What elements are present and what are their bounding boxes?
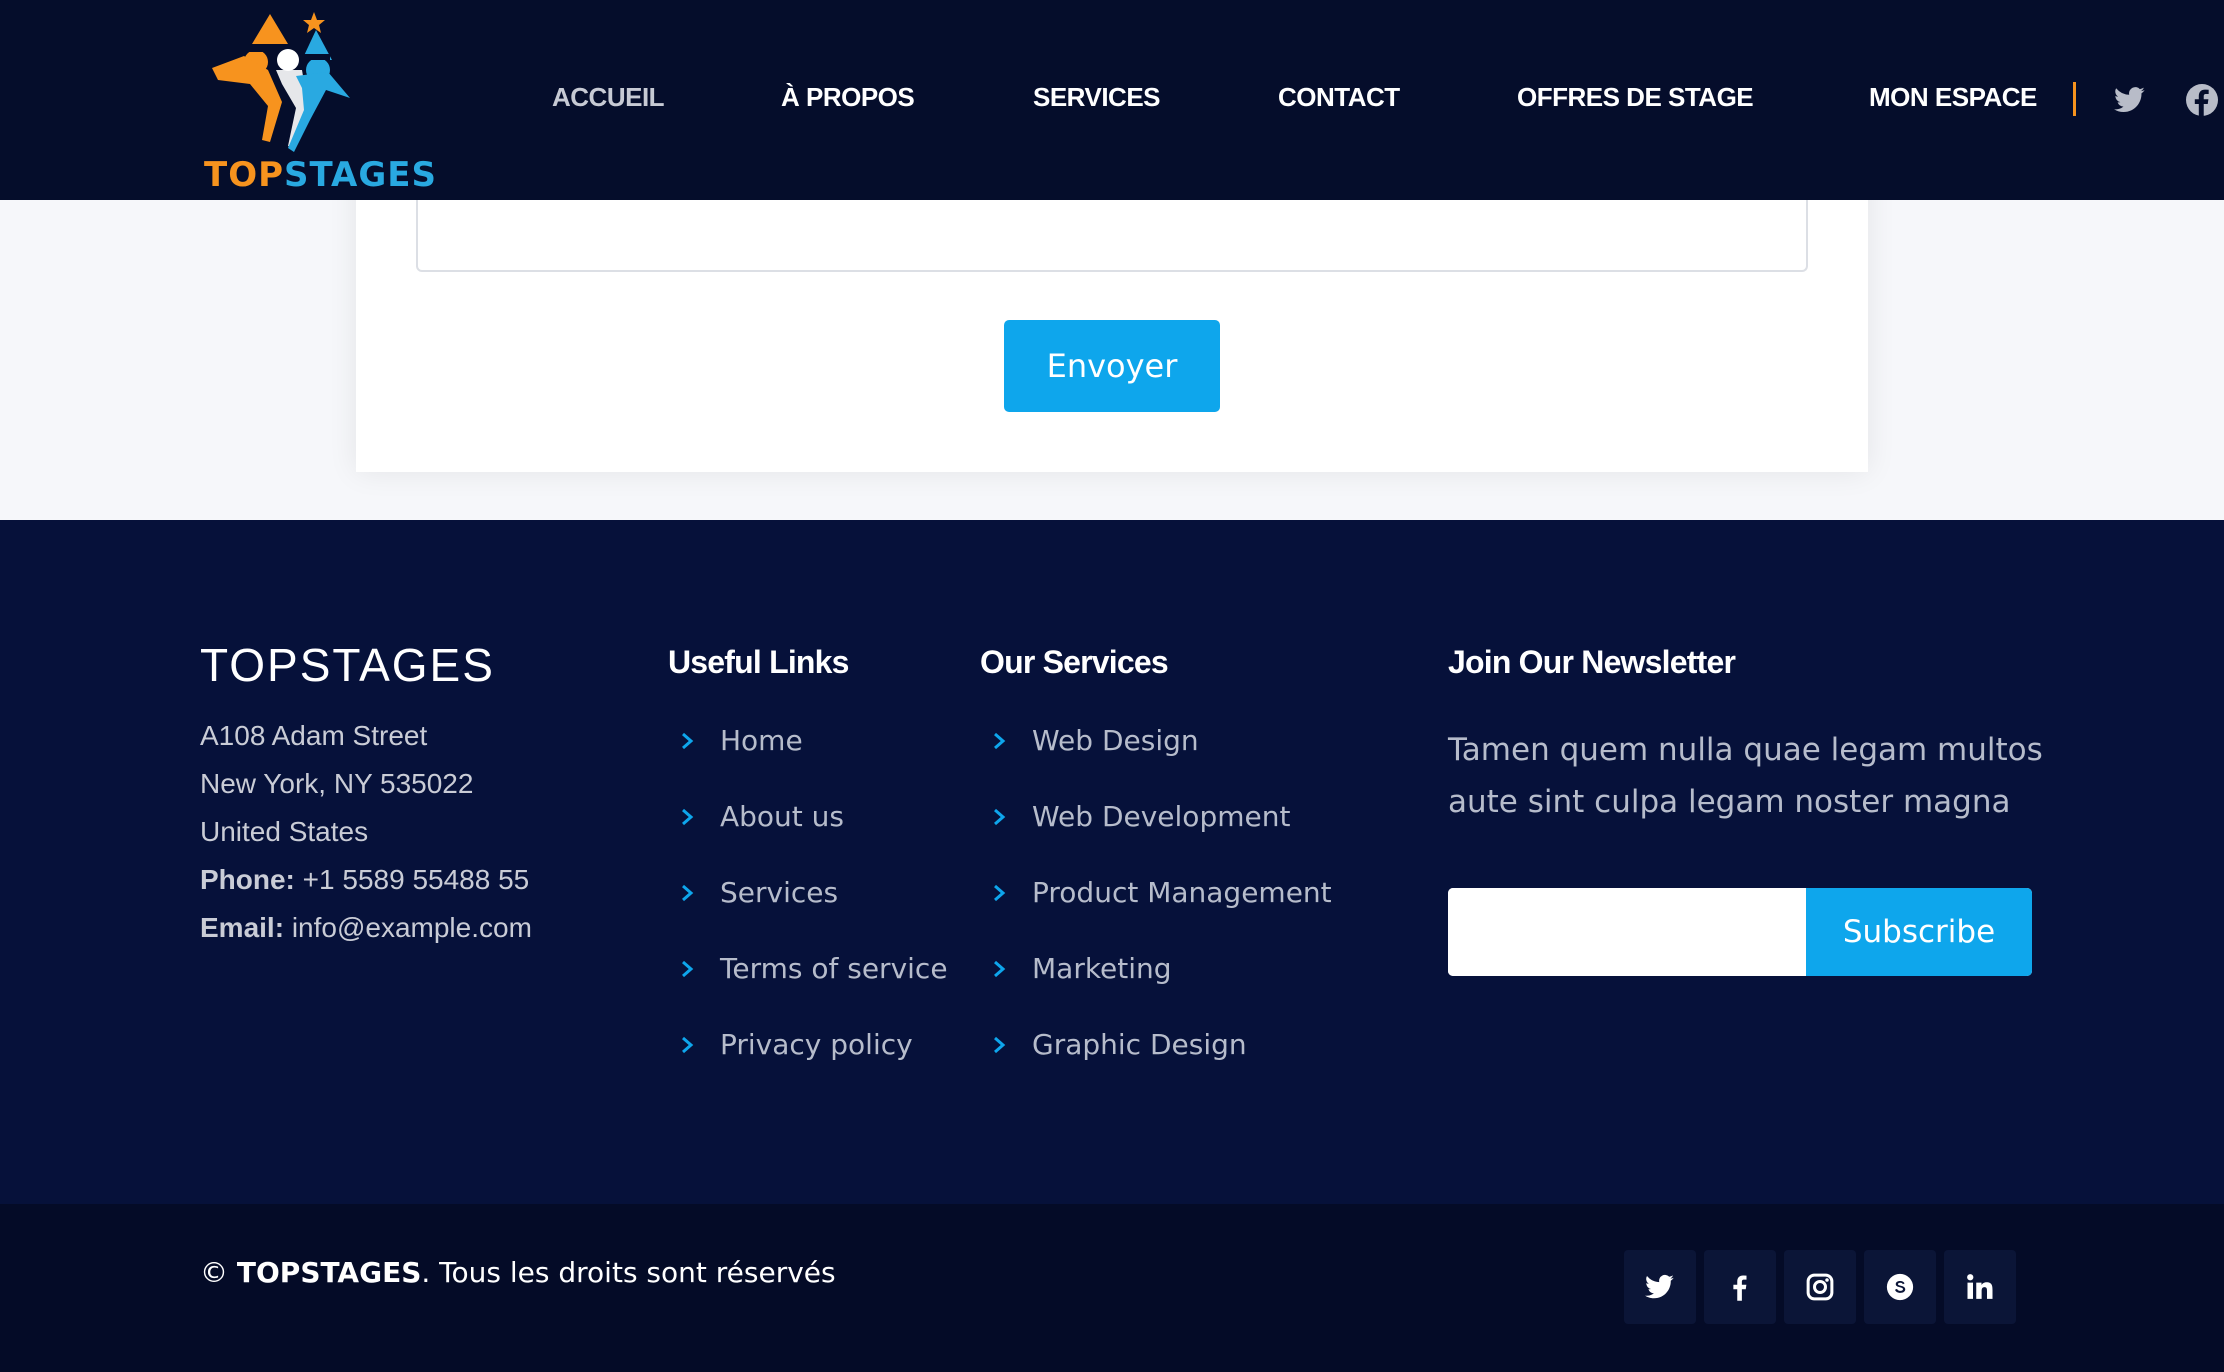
footer-link-label: Terms of service xyxy=(720,952,948,985)
footer-link-label: Services xyxy=(720,876,839,909)
footer-link-label: Privacy policy xyxy=(720,1028,913,1061)
nav-item-offres-de-stage[interactable]: OFFRES DE STAGE xyxy=(1517,82,1754,113)
twitter-icon xyxy=(1645,1274,1674,1299)
phone-value: +1 5589 55488 55 xyxy=(302,864,530,895)
useful-links-title: Useful Links xyxy=(668,644,849,680)
nav-item-contact[interactable]: CONTACT xyxy=(1278,82,1400,113)
site-header: TOPSTAGES ACCUEIL À PROPOS SERVICES CONT… xyxy=(0,0,2224,200)
copyright-text: . Tous les droits sont réservés xyxy=(421,1256,836,1289)
facebook-icon[interactable] xyxy=(2186,84,2218,116)
service-link-label: Web Development xyxy=(1032,800,1291,833)
chevron-right-icon xyxy=(682,884,694,901)
copyright-brand: TOPSTAGES xyxy=(236,1256,422,1289)
footer-bottom: © TOPSTAGES. Tous les droits sont réserv… xyxy=(0,1204,2224,1372)
newsletter-description: Tamen quem nulla quae legam multos aute … xyxy=(1448,732,2043,820)
footer-link-privacy[interactable]: Privacy policy xyxy=(680,1028,913,1061)
footer-link-label: Home xyxy=(720,724,803,757)
footer-link-home[interactable]: Home xyxy=(680,724,803,757)
footer-top: TOPSTAGES A108 Adam Street New York, NY … xyxy=(0,520,2224,1204)
footer-link-services[interactable]: Services xyxy=(680,876,838,909)
main-nav: ACCUEIL À PROPOS SERVICES CONTACT OFFRES… xyxy=(0,0,2224,200)
nav-divider xyxy=(2073,82,2076,116)
service-link-marketing[interactable]: Marketing xyxy=(992,952,1172,985)
nav-item-services[interactable]: SERVICES xyxy=(1033,82,1161,113)
newsletter-form: Subscribe xyxy=(1448,888,2032,976)
nav-item-a-propos[interactable]: À PROPOS xyxy=(781,82,915,113)
chevron-right-icon xyxy=(682,732,694,749)
service-link-label: Marketing xyxy=(1032,952,1172,985)
footer-facebook-button[interactable] xyxy=(1704,1250,1776,1324)
email-value: info@example.com xyxy=(291,912,532,943)
page: TOPSTAGES ACCUEIL À PROPOS SERVICES CONT… xyxy=(0,0,2224,1372)
nav-item-accueil[interactable]: ACCUEIL xyxy=(552,82,665,113)
footer-skype-button[interactable] xyxy=(1864,1250,1936,1324)
nav-item-mon-espace[interactable]: MON ESPACE xyxy=(1869,82,2037,113)
footer-instagram-button[interactable] xyxy=(1784,1250,1856,1324)
service-link-label: Product Management xyxy=(1032,876,1332,909)
address-line-3: United States xyxy=(200,816,369,847)
footer-link-about-us[interactable]: About us xyxy=(680,800,844,833)
copyright: © TOPSTAGES. Tous les droits sont réserv… xyxy=(200,1256,836,1289)
email-line: Email: info@example.com xyxy=(200,912,532,944)
service-link-label: Graphic Design xyxy=(1032,1028,1247,1061)
chevron-right-icon xyxy=(682,960,694,977)
skype-icon xyxy=(1886,1273,1914,1301)
footer-twitter-button[interactable] xyxy=(1624,1250,1696,1324)
email-label: Email: xyxy=(200,912,285,943)
service-link-product-management[interactable]: Product Management xyxy=(992,876,1332,909)
our-services-title: Our Services xyxy=(980,644,1169,680)
service-link-label: Web Design xyxy=(1032,724,1199,757)
chevron-right-icon xyxy=(994,884,1006,901)
chevron-right-icon xyxy=(994,808,1006,825)
phone-label: Phone: xyxy=(200,864,295,895)
send-button[interactable]: Envoyer xyxy=(1004,320,1220,412)
footer-link-terms[interactable]: Terms of service xyxy=(680,952,948,985)
service-link-web-development[interactable]: Web Development xyxy=(992,800,1290,833)
copyright-symbol: © xyxy=(200,1256,228,1289)
chevron-right-icon xyxy=(994,960,1006,977)
twitter-icon[interactable] xyxy=(2114,84,2146,116)
chevron-right-icon xyxy=(682,1036,694,1053)
footer-link-label: About us xyxy=(720,800,845,833)
footer-brand-title: TOPSTAGES xyxy=(200,639,495,691)
address-line-2: New York, NY 535022 xyxy=(200,768,474,799)
address-line-1: A108 Adam Street xyxy=(200,720,428,751)
instagram-icon xyxy=(1806,1273,1834,1301)
linkedin-icon xyxy=(1967,1274,1993,1299)
footer-linkedin-button[interactable] xyxy=(1944,1250,2016,1324)
newsletter-title: Join Our Newsletter xyxy=(1448,644,1736,680)
service-link-graphic-design[interactable]: Graphic Design xyxy=(992,1028,1247,1061)
phone-line: Phone: +1 5589 55488 55 xyxy=(200,864,529,896)
chevron-right-icon xyxy=(682,808,694,825)
chevron-right-icon xyxy=(994,1036,1006,1053)
subscribe-button[interactable]: Subscribe xyxy=(1806,888,2032,976)
chevron-right-icon xyxy=(994,732,1006,749)
newsletter-email-input[interactable] xyxy=(1448,888,1806,976)
service-link-web-design[interactable]: Web Design xyxy=(992,724,1199,757)
facebook-icon xyxy=(1733,1275,1747,1301)
